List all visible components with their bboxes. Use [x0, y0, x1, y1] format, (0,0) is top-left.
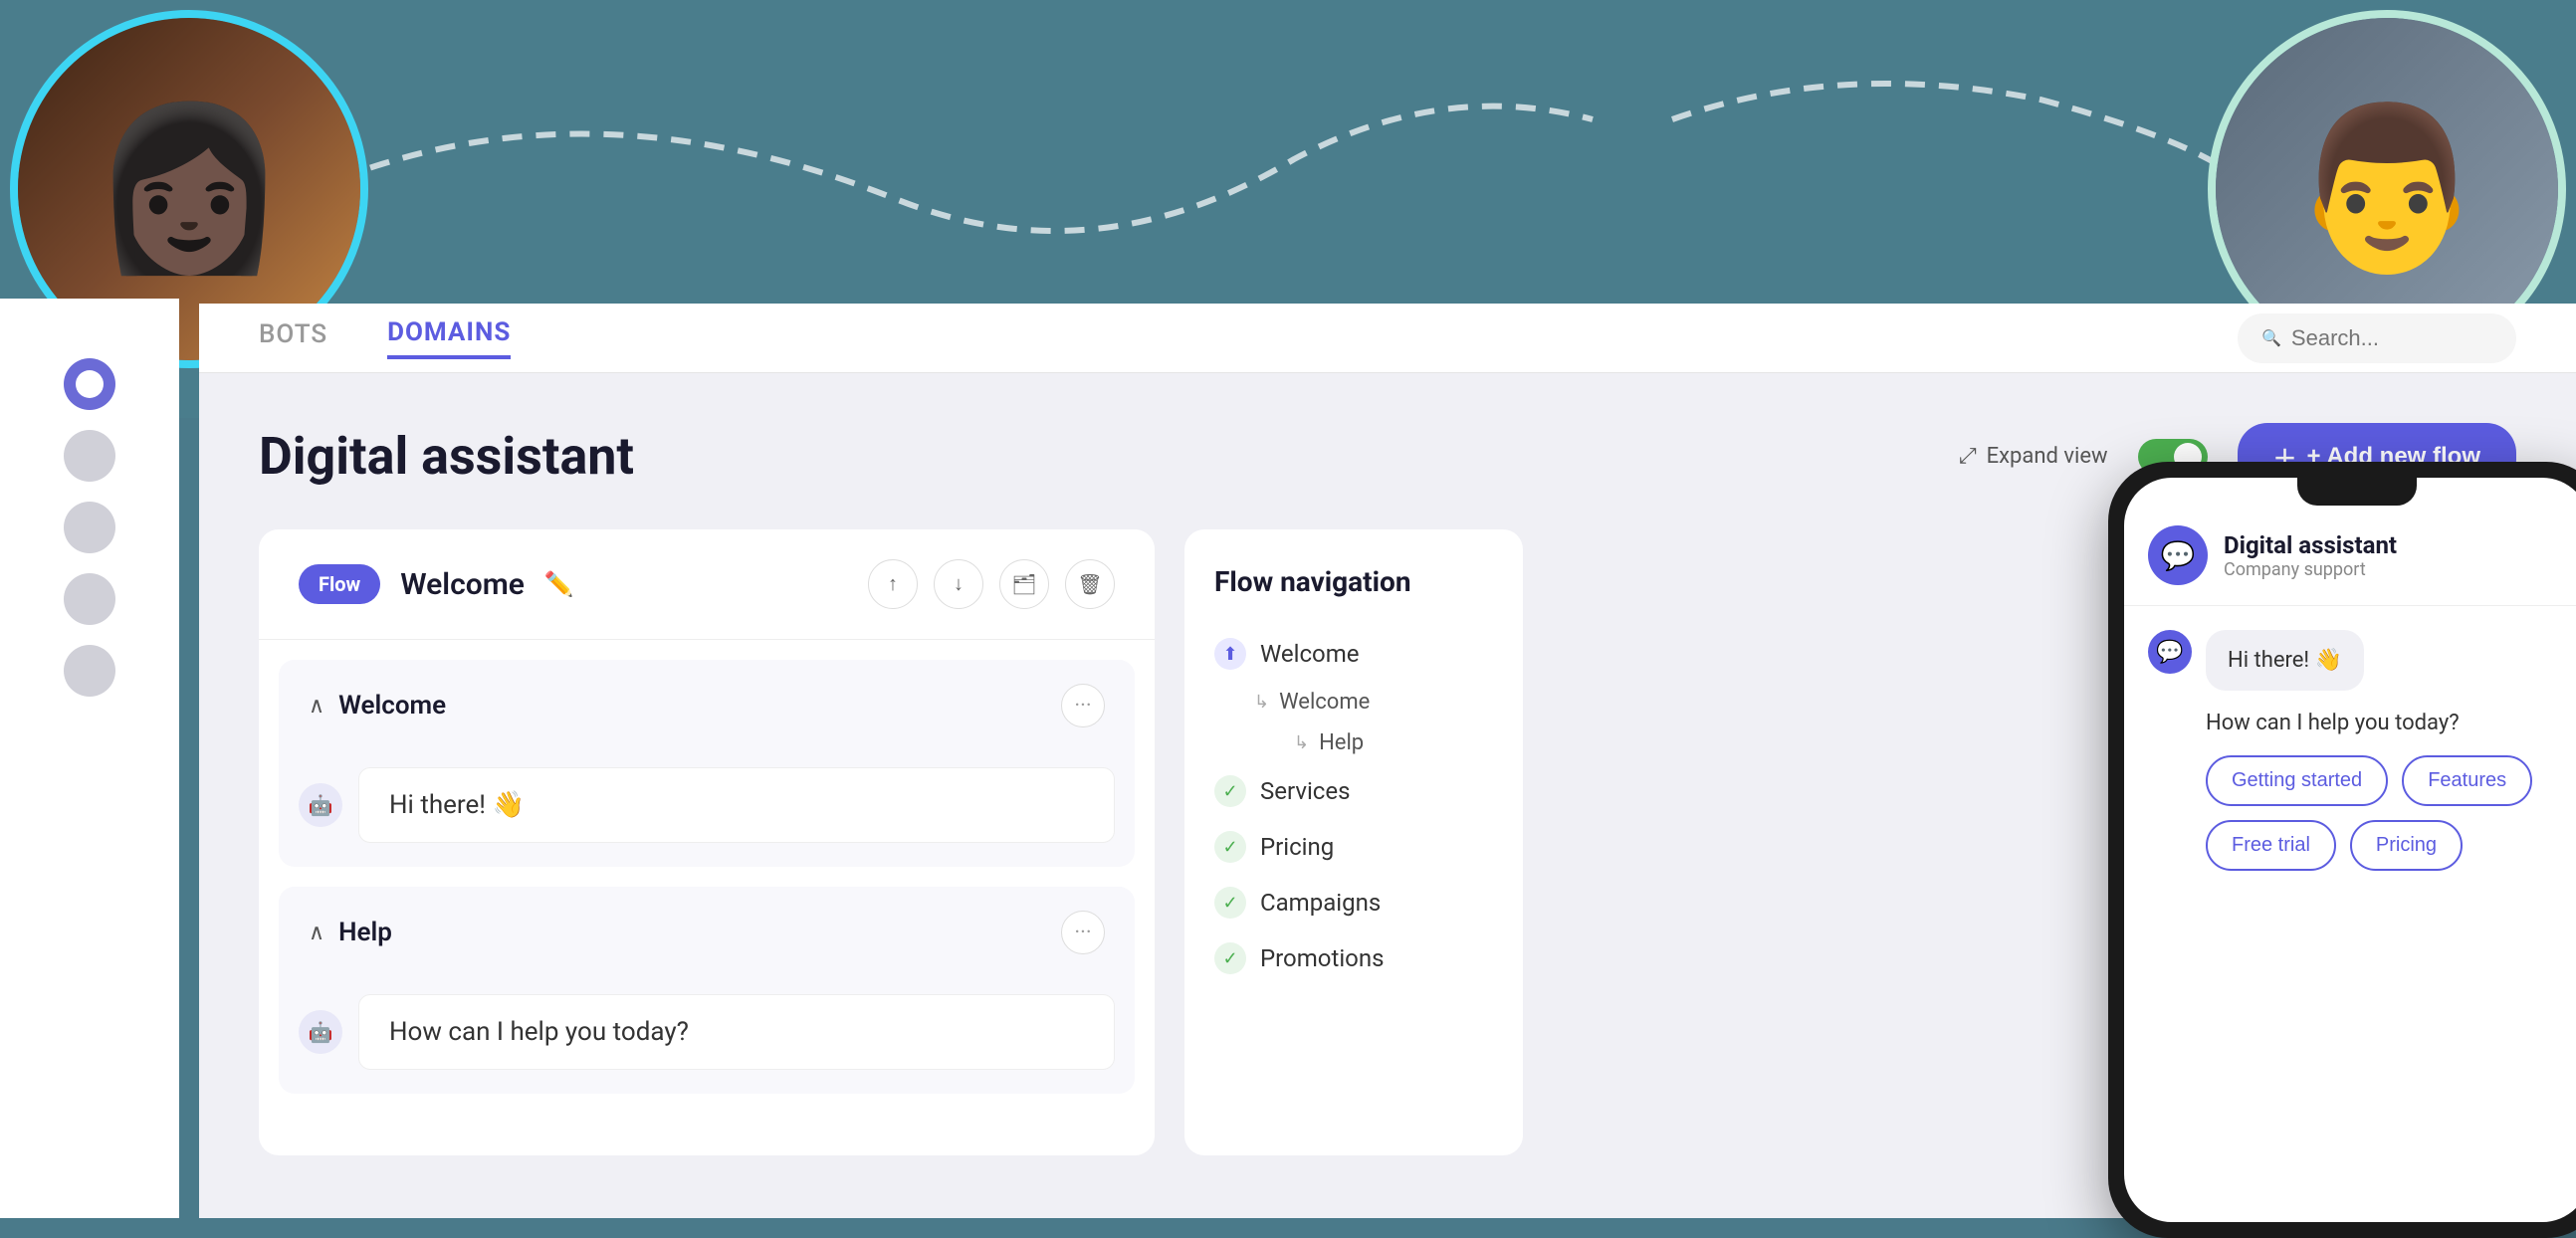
welcome-message-bubble: 🤖 Hi there! 👋	[299, 767, 1115, 843]
help-section-header: ∧ Help ···	[279, 887, 1135, 978]
welcome-message-text: Hi there! 👋	[358, 767, 1115, 843]
flow-navigation-panel: Flow navigation ⬆ Welcome ↳ Welcome ↳ He…	[1184, 529, 1523, 1155]
folder-button[interactable]: 🗂	[999, 559, 1049, 609]
phone-chat: 💬 Hi there! 👋 How can I help you today? …	[2124, 606, 2576, 1222]
arrow-sub-help-icon: ↳	[1294, 732, 1309, 753]
welcome-section-title: Welcome	[338, 691, 446, 721]
phone-greeting-bubble: Hi there! 👋	[2206, 630, 2364, 691]
nav-item-welcome-icon: ⬆	[1214, 638, 1246, 670]
help-chevron: ∧	[309, 921, 324, 945]
phone-msg-icon: 💬	[2148, 630, 2192, 674]
content-columns: Flow Welcome ✏️ ↑ ↓ 🗂 🗑 ∧ Welcome ···	[259, 529, 2516, 1155]
phone-option-getting-started[interactable]: Getting started	[2206, 755, 2388, 806]
phone-option-pricing[interactable]: Pricing	[2350, 820, 2463, 871]
phone-screen: 💬 Digital assistant Company support 💬 Hi…	[2124, 478, 2576, 1222]
nav-item-promotions[interactable]: ✓ Promotions	[1214, 930, 1493, 986]
welcome-section: ∧ Welcome ··· 🤖 Hi there! 👋	[279, 660, 1135, 867]
sidebar-item-active[interactable]	[64, 358, 115, 410]
phone-assistant-info: Digital assistant Company support	[2224, 531, 2397, 580]
help-message-bubble: 🤖 How can I help you today?	[299, 994, 1115, 1070]
nav-item-services[interactable]: ✓ Services	[1214, 763, 1493, 819]
phone-notch	[2297, 478, 2417, 506]
move-up-button[interactable]: ↑	[868, 559, 918, 609]
flow-name: Welcome	[400, 567, 525, 602]
flow-nav-title: Flow navigation	[1214, 565, 1493, 598]
sidebar	[0, 299, 179, 1218]
bot-icon-help: 🤖	[299, 1010, 342, 1054]
nav-item-services-label: Services	[1260, 777, 1350, 805]
help-section: ∧ Help ··· 🤖 How can I help you today?	[279, 887, 1135, 1094]
nav-sub-help-label: Help	[1319, 730, 1364, 755]
nav-item-welcome-label: Welcome	[1260, 640, 1360, 668]
tab-domains[interactable]: DOMAINS	[387, 317, 511, 359]
help-message-text: How can I help you today?	[358, 994, 1115, 1070]
nav-item-welcome[interactable]: ⬆ Welcome	[1214, 626, 1493, 682]
flow-card-header: Flow Welcome ✏️ ↑ ↓ 🗂 🗑	[259, 529, 1155, 640]
flow-badge: Flow	[299, 564, 380, 604]
sidebar-item-2[interactable]	[64, 430, 115, 482]
arrow-sub-icon: ↳	[1254, 692, 1269, 713]
nav-item-pricing-label: Pricing	[1260, 833, 1334, 861]
search-input[interactable]	[2291, 325, 2492, 351]
page-title: Digital assistant	[259, 426, 634, 487]
nav-item-campaigns[interactable]: ✓ Campaigns	[1214, 875, 1493, 930]
tab-bots[interactable]: BOTS	[259, 319, 327, 357]
welcome-section-header: ∧ Welcome ···	[279, 660, 1135, 751]
nav-sub-welcome: ↳ Welcome ↳ Help	[1214, 682, 1493, 763]
sidebar-item-4[interactable]	[64, 573, 115, 625]
welcome-section-menu[interactable]: ···	[1061, 684, 1105, 727]
edit-icon[interactable]: ✏️	[544, 570, 574, 598]
nav-item-promotions-icon: ✓	[1214, 942, 1246, 974]
help-section-menu[interactable]: ···	[1061, 911, 1105, 954]
search-bar: 🔍	[2238, 313, 2516, 363]
phone-assistant-sub: Company support	[2224, 559, 2397, 580]
nav-tabs-bar: BOTS DOMAINS 🔍	[199, 304, 2576, 373]
phone-assistant-name: Digital assistant	[2224, 531, 2397, 559]
move-down-button[interactable]: ↓	[934, 559, 983, 609]
expand-view-btn[interactable]: ⤢ Expand view	[1959, 444, 2108, 469]
search-icon: 🔍	[2261, 328, 2281, 347]
sidebar-dot-active	[76, 370, 104, 398]
phone-bot-icon: 💬	[2148, 525, 2208, 585]
nav-sub-welcome-sub[interactable]: ↳ Welcome	[1254, 682, 1493, 722]
nav-item-campaigns-label: Campaigns	[1260, 889, 1381, 917]
phone-options: Getting started Features Free trial Pric…	[2148, 755, 2566, 871]
expand-icon: ⤢	[1959, 444, 1977, 469]
help-section-title: Help	[338, 918, 392, 947]
nav-sub-help[interactable]: ↳ Help	[1254, 722, 1493, 763]
nav-item-pricing-icon: ✓	[1214, 831, 1246, 863]
sidebar-item-3[interactable]	[64, 502, 115, 553]
phone-mockup: 💬 Digital assistant Company support 💬 Hi…	[2108, 462, 2576, 1238]
phone-option-free-trial[interactable]: Free trial	[2206, 820, 2336, 871]
phone-greeting-message: 💬 Hi there! 👋	[2148, 630, 2566, 691]
bot-icon-welcome: 🤖	[299, 783, 342, 827]
flow-controls: ↑ ↓ 🗂 🗑	[868, 559, 1115, 609]
phone-option-features[interactable]: Features	[2402, 755, 2532, 806]
phone-header: 💬 Digital assistant Company support	[2124, 506, 2576, 606]
delete-button[interactable]: 🗑	[1065, 559, 1115, 609]
page-area: Digital assistant ⤢ Expand view ＋ + Add …	[199, 373, 2576, 1218]
welcome-chevron: ∧	[309, 694, 324, 719]
nav-item-campaigns-icon: ✓	[1214, 887, 1246, 919]
nav-item-pricing[interactable]: ✓ Pricing	[1214, 819, 1493, 875]
nav-item-services-icon: ✓	[1214, 775, 1246, 807]
expand-view-label: Expand view	[1987, 444, 2108, 469]
flow-card: Flow Welcome ✏️ ↑ ↓ 🗂 🗑 ∧ Welcome ···	[259, 529, 1155, 1155]
sidebar-item-5[interactable]	[64, 645, 115, 697]
phone-question-text: How can I help you today?	[2148, 711, 2566, 735]
nav-sub-welcome-label: Welcome	[1279, 690, 1370, 715]
nav-item-promotions-label: Promotions	[1260, 944, 1384, 972]
